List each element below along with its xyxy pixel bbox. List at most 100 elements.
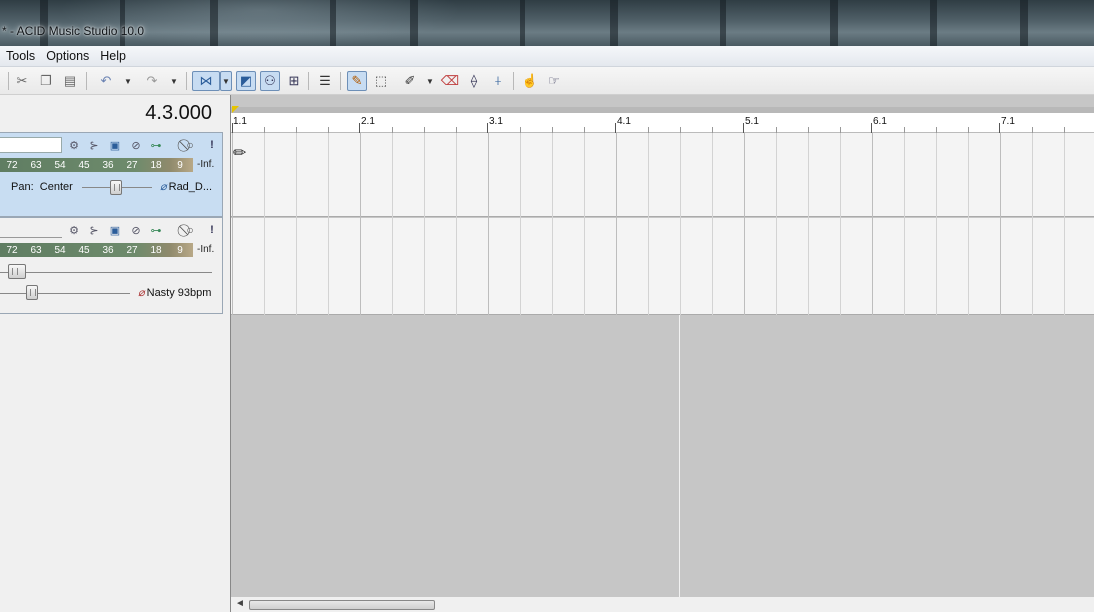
- snap-icon[interactable]: ◩: [236, 71, 256, 91]
- grid-line: [808, 133, 809, 315]
- event-icon[interactable]: ☰: [315, 71, 335, 91]
- meter-tick: 54: [54, 159, 66, 171]
- track-clip-label[interactable]: ⌀ Rad_D...: [160, 180, 212, 193]
- scrollbar-thumb[interactable]: [249, 600, 435, 610]
- title-bar: * - ACID Music Studio 10.0: [0, 0, 1094, 46]
- scrub-icon[interactable]: ☞: [544, 71, 564, 91]
- pan-slider-thumb[interactable]: [110, 180, 122, 195]
- track-name-input[interactable]: [0, 137, 62, 153]
- track-header-2[interactable]: ⚙ ⊱ ▣ ⊘ ⊶ ⃠○ ! 72 63 54 45 36 27 18 9 -I…: [0, 217, 223, 314]
- selection-tool-icon[interactable]: ⬚: [371, 71, 391, 91]
- track-level-readout: -Inf.: [197, 244, 215, 255]
- bar-tick: [999, 123, 1000, 133]
- grid-line: [328, 133, 329, 315]
- meter-tick: 9: [177, 244, 183, 256]
- track-header-1[interactable]: ⚙ ⊱ ▣ ⊘ ⊶ ⃠○ ! 72 63 54 45 36 27 18 9 -I…: [0, 132, 223, 217]
- menu-tools[interactable]: Tools: [0, 49, 40, 63]
- track-clip-label[interactable]: ⌀ Nasty 93bpm: [138, 286, 211, 299]
- grid-line: [520, 133, 521, 315]
- grid-line: [456, 133, 457, 315]
- grid-line: [488, 133, 489, 315]
- toolbar-separator: [513, 72, 514, 90]
- grid-line: [296, 133, 297, 315]
- track-warning-icon[interactable]: !: [204, 223, 220, 237]
- track-arm-icon[interactable]: ⊱: [86, 138, 102, 152]
- bar-label: 5.1: [745, 116, 759, 127]
- split-icon[interactable]: ⍭: [488, 71, 508, 91]
- paste-icon[interactable]: ▤: [60, 71, 80, 91]
- paint-dropdown-icon[interactable]: ▼: [425, 71, 435, 91]
- timeline[interactable]: 1.1 2.1 3.1 4.1 5.1 6.1 7.1 ✏ ◄: [230, 95, 1094, 612]
- copy-icon[interactable]: ❐: [36, 71, 56, 91]
- bar-tick: [743, 123, 744, 133]
- auto-ripple-icon[interactable]: ⋈: [192, 71, 220, 91]
- window-title: * - ACID Music Studio 10.0: [2, 24, 145, 38]
- undo-dropdown-icon[interactable]: ▼: [123, 71, 133, 91]
- track-warning-icon[interactable]: !: [204, 138, 220, 152]
- grid-line: [904, 133, 905, 315]
- grid-line: [616, 133, 617, 315]
- loop-icon: ⌀: [138, 287, 145, 299]
- bar-label: 7.1: [1001, 116, 1015, 127]
- grid-line: [744, 133, 745, 315]
- track-fx-icon[interactable]: ⚙: [66, 223, 82, 237]
- grid-line: [968, 133, 969, 315]
- redo-dropdown-icon[interactable]: ▼: [169, 71, 179, 91]
- track-arm-icon[interactable]: ⊱: [86, 223, 102, 237]
- cursor-position[interactable]: 4.3.000: [145, 102, 212, 125]
- pan-slider-thumb[interactable]: [26, 285, 38, 300]
- toolbar-separator: [186, 72, 187, 90]
- loop-icon: ⌀: [160, 181, 167, 193]
- auto-ripple-dropdown-icon[interactable]: ▼: [220, 71, 232, 91]
- meter-tick: 63: [30, 159, 42, 171]
- track-name-input[interactable]: [0, 222, 62, 238]
- beat-ruler[interactable]: 1.1 2.1 3.1 4.1 5.1 6.1 7.1: [231, 113, 1094, 133]
- bar-tick: [871, 123, 872, 133]
- horizontal-scrollbar[interactable]: ◄: [231, 597, 1094, 612]
- redo-icon[interactable]: ↷: [142, 71, 162, 91]
- scroll-left-icon[interactable]: ◄: [235, 598, 245, 609]
- track-mute-icon[interactable]: ⊘: [128, 223, 144, 237]
- track-solo-icon[interactable]: ▣: [107, 223, 123, 237]
- bar-tick: [615, 123, 616, 133]
- menu-options[interactable]: Options: [40, 49, 94, 63]
- toolbar-separator: [86, 72, 87, 90]
- pencil-cursor-icon: ✏: [233, 145, 247, 162]
- bar-tick: [487, 123, 488, 133]
- meter-tick: 36: [102, 159, 114, 171]
- track-solo-icon[interactable]: ▣: [107, 138, 123, 152]
- paint-icon[interactable]: ✐: [400, 71, 420, 91]
- zoom-tool-icon[interactable]: ☝: [520, 71, 540, 91]
- volume-slider-thumb[interactable]: [8, 264, 26, 279]
- grid-line: [424, 133, 425, 315]
- track-disable-icon[interactable]: ⃠○: [182, 138, 198, 152]
- toolbar-separator: [8, 72, 9, 90]
- track-envelope-icon[interactable]: ⊶: [148, 223, 164, 237]
- meter-tick: 45: [78, 244, 90, 256]
- erase-icon[interactable]: ⌫: [440, 71, 460, 91]
- volume-slider-track[interactable]: [0, 272, 212, 273]
- pan-slider-track[interactable]: [0, 293, 130, 294]
- lock-envelope-icon[interactable]: ⚇: [260, 71, 280, 91]
- grid-line: [392, 133, 393, 315]
- menu-help[interactable]: Help: [94, 49, 131, 63]
- undo-icon[interactable]: ↶: [96, 71, 116, 91]
- meter-tick: 27: [126, 244, 138, 256]
- track-envelope-icon[interactable]: ⊶: [148, 138, 164, 152]
- loop-marker-icon[interactable]: [232, 106, 239, 113]
- grid-line: [1000, 133, 1001, 315]
- grid-line: [648, 133, 649, 315]
- draw-tool-icon[interactable]: ✎: [347, 71, 367, 91]
- cut-icon[interactable]: ✂: [12, 71, 32, 91]
- grid-icon[interactable]: ⊞: [284, 71, 304, 91]
- track-mute-icon[interactable]: ⊘: [128, 138, 144, 152]
- grid-line: [552, 133, 553, 315]
- envelope-tool-icon[interactable]: ⟠: [464, 71, 484, 91]
- meter-tick: 36: [102, 244, 114, 256]
- clip-name: Rad_D...: [168, 181, 213, 193]
- grid-line: [264, 133, 265, 315]
- track-fx-icon[interactable]: ⚙: [66, 138, 82, 152]
- playhead-cursor: [679, 315, 680, 597]
- menu-bar: Tools Options Help: [0, 46, 1094, 67]
- track-disable-icon[interactable]: ⃠○: [182, 223, 198, 237]
